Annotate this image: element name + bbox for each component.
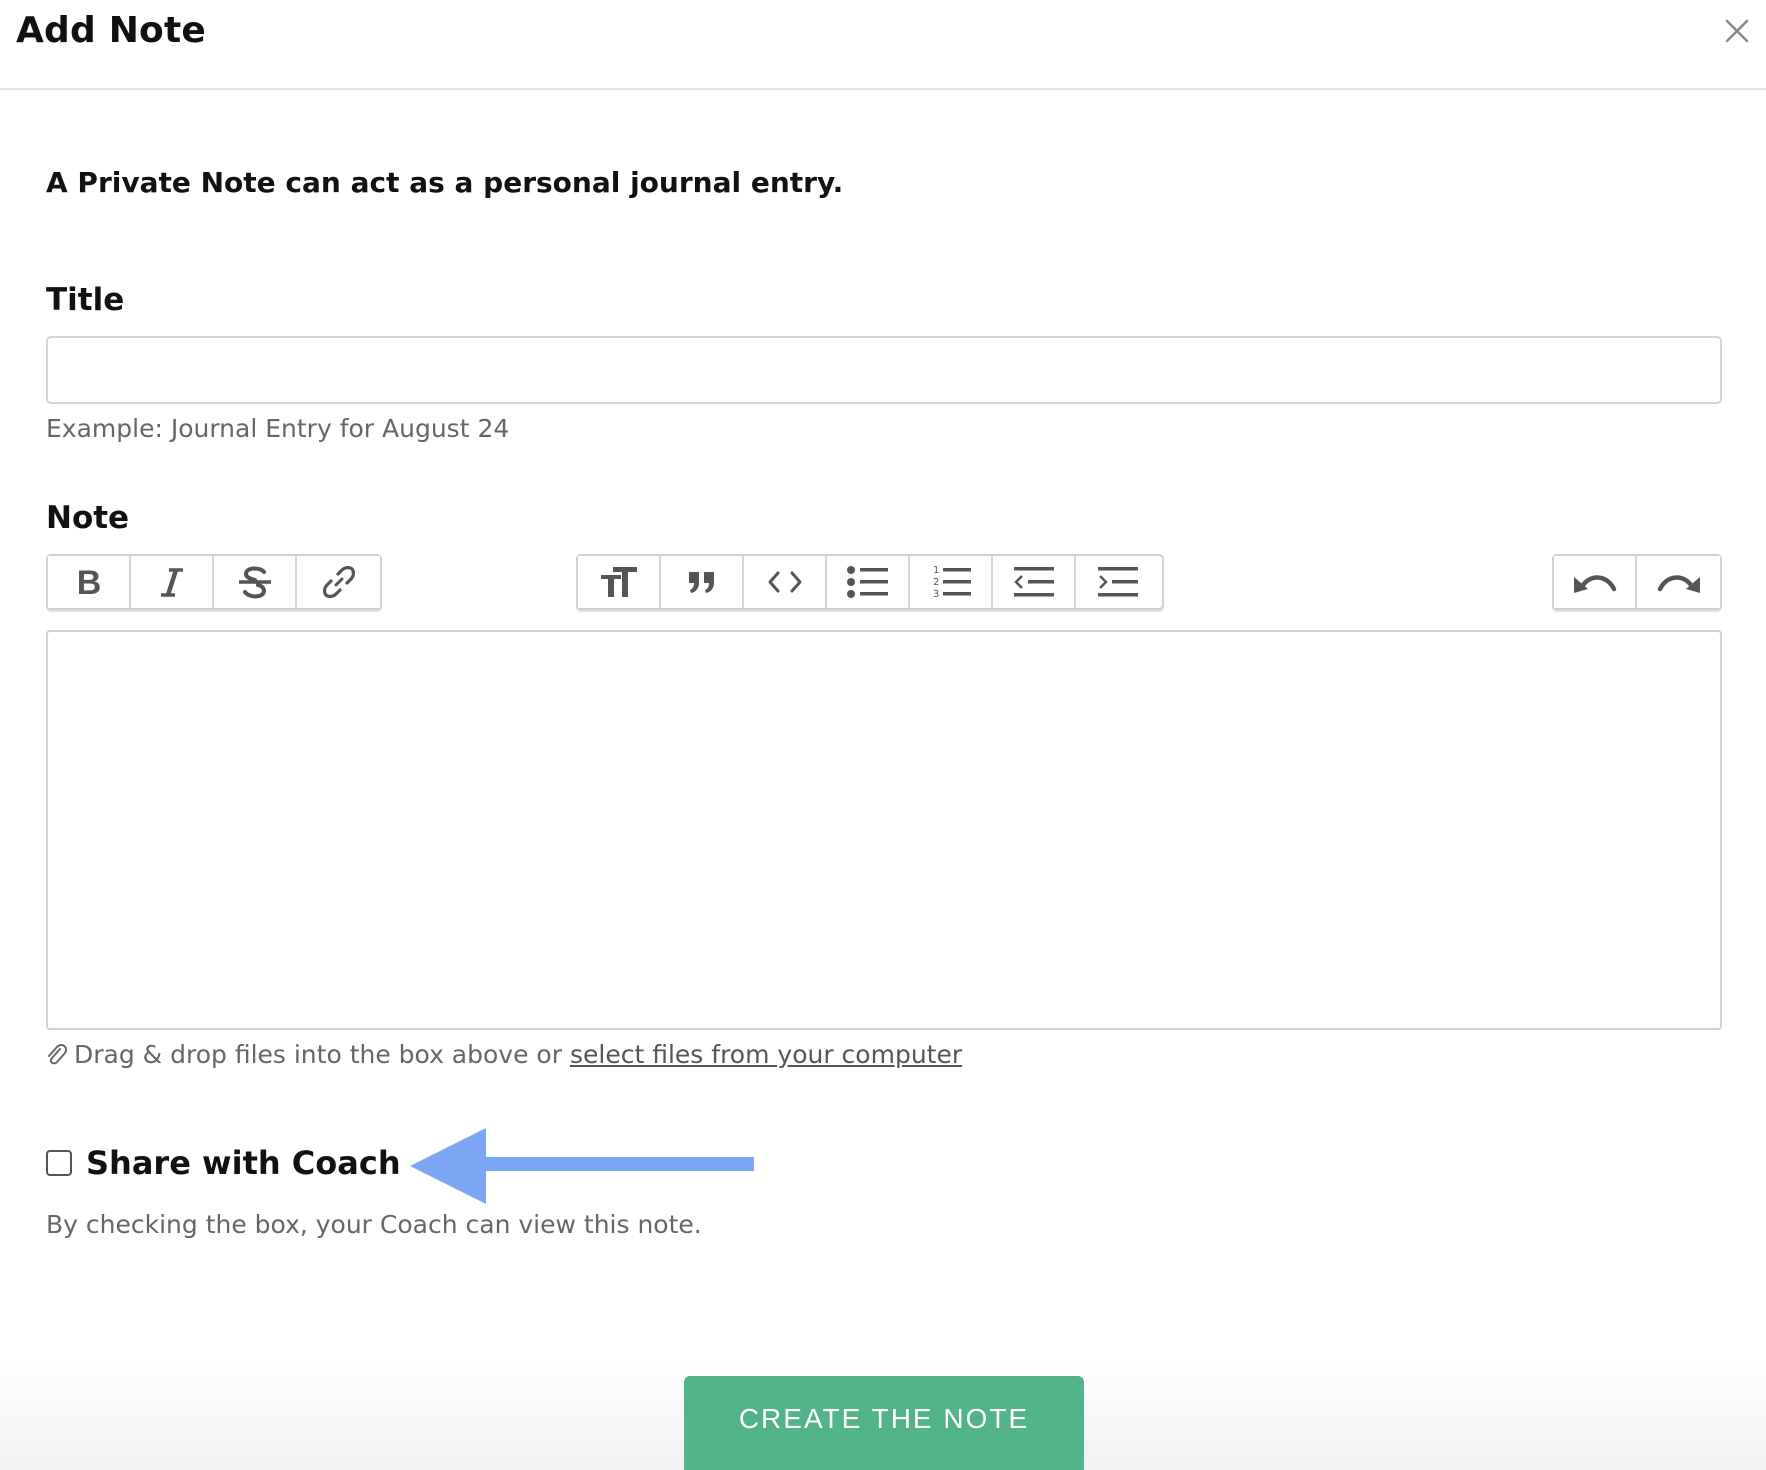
- title-hint: Example: Journal Entry for August 24: [46, 414, 510, 443]
- modal-title: Add Note: [16, 10, 207, 51]
- create-note-button[interactable]: CREATE THE NOTE: [684, 1376, 1084, 1470]
- note-editor[interactable]: [46, 630, 1722, 1030]
- toolbar-block-group: 1 2 3: [576, 554, 1164, 610]
- undo-icon: [1573, 575, 1616, 593]
- modal-header: Add Note: [0, 0, 1766, 90]
- strikethrough-button[interactable]: [214, 556, 297, 608]
- numbered-list-icon: 1 2 3: [933, 565, 971, 600]
- outdent-icon: [1013, 567, 1054, 597]
- svg-text:2: 2: [933, 577, 939, 588]
- title-input[interactable]: [46, 336, 1722, 404]
- add-note-modal: Add Note A Private Note can act as a per…: [0, 0, 1766, 1470]
- bullet-list-icon: [846, 566, 888, 598]
- close-button[interactable]: [1722, 16, 1752, 46]
- share-with-coach-label[interactable]: Share with Coach: [86, 1144, 401, 1182]
- bold-icon: B: [76, 565, 101, 599]
- close-icon: [1725, 19, 1749, 43]
- toolbar-text-group: B: [46, 554, 382, 610]
- bullet-list-button[interactable]: [827, 556, 910, 608]
- paperclip-icon: [46, 1043, 68, 1067]
- indent-icon: [1097, 567, 1138, 597]
- heading-icon: [600, 567, 637, 597]
- code-button[interactable]: [744, 556, 827, 608]
- strikethrough-icon: [238, 566, 271, 599]
- indent-button[interactable]: [1076, 556, 1159, 608]
- quote-button[interactable]: [661, 556, 744, 608]
- svg-text:B: B: [76, 565, 101, 599]
- heading-button[interactable]: [578, 556, 661, 608]
- italic-icon: [160, 568, 183, 597]
- outdent-button[interactable]: [993, 556, 1076, 608]
- code-icon: [768, 571, 801, 593]
- share-with-coach-row: Share with Coach: [46, 1144, 401, 1182]
- link-button[interactable]: [297, 556, 380, 608]
- bold-button[interactable]: B: [48, 556, 131, 608]
- note-label: Note: [46, 500, 130, 536]
- link-icon: [322, 566, 355, 598]
- attachment-line: Drag & drop files into the box above or …: [46, 1040, 962, 1069]
- share-with-coach-checkbox[interactable]: [46, 1150, 72, 1176]
- select-files-link[interactable]: select files from your computer: [570, 1040, 962, 1069]
- undo-button[interactable]: [1554, 556, 1637, 608]
- title-label: Title: [46, 282, 125, 318]
- redo-button[interactable]: [1637, 556, 1720, 608]
- numbered-list-button[interactable]: 1 2 3: [910, 556, 993, 608]
- attachment-hint: Drag & drop files into the box above or: [74, 1040, 562, 1069]
- redo-icon: [1657, 575, 1700, 593]
- svg-text:1: 1: [933, 565, 939, 576]
- quote-icon: [688, 572, 714, 593]
- svg-text:3: 3: [933, 589, 939, 600]
- toolbar-history-group: [1552, 554, 1722, 610]
- italic-button[interactable]: [131, 556, 214, 608]
- share-hint: By checking the box, your Coach can view…: [46, 1210, 702, 1239]
- intro-text: A Private Note can act as a personal jou…: [46, 166, 844, 199]
- annotation-arrow-icon: [410, 1128, 754, 1204]
